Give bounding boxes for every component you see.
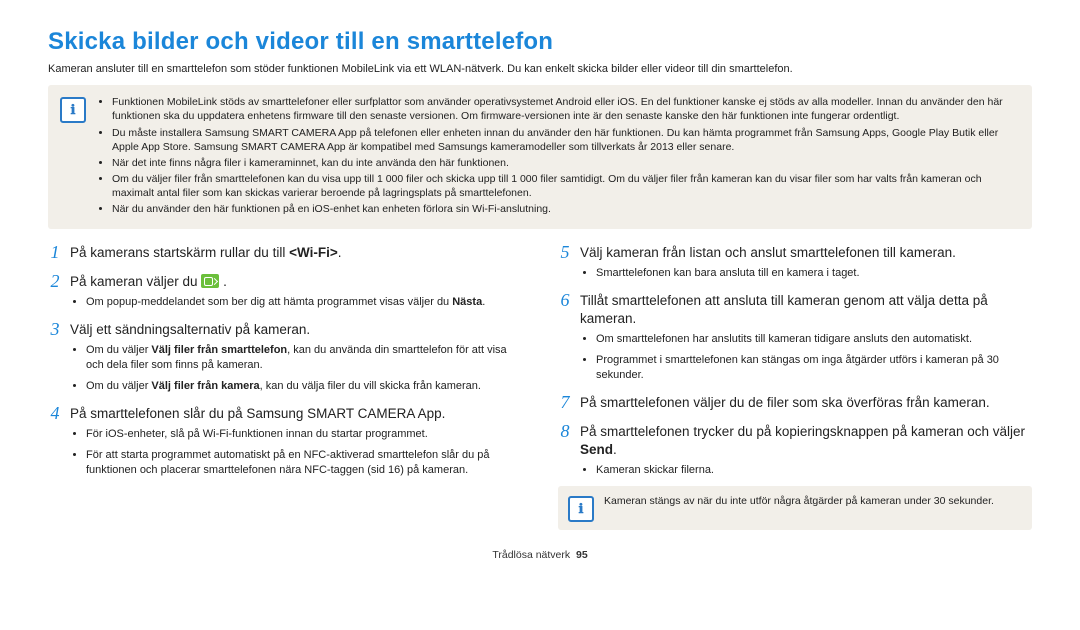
notice-item: När du använder den här funktionen på en…	[112, 202, 1020, 216]
info-icon: ℹ	[568, 496, 594, 522]
step-sub: För att starta programmet automatiskt på…	[86, 448, 522, 478]
step-title: Tillåt smarttelefonen att ansluta till k…	[580, 291, 1032, 328]
step-6: 6 Tillåt smarttelefonen att ansluta till…	[558, 291, 1032, 383]
notice-box: ℹ Funktionen MobileLink stöds av smartte…	[48, 85, 1032, 228]
step-5: 5 Välj kameran från listan och anslut sm…	[558, 243, 1032, 281]
footer: Trådlösa nätverk 95	[48, 548, 1032, 562]
step-number: 8	[558, 422, 572, 440]
intro-text: Kameran ansluter till en smarttelefon so…	[48, 62, 1032, 77]
step-number: 7	[558, 393, 572, 411]
step-sub: Smarttelefonen kan bara ansluta till en …	[596, 266, 1032, 281]
step-title: Välj ett sändningsalternativ på kameran.	[70, 320, 310, 339]
step-3: 3 Välj ett sändningsalternativ på kamera…	[48, 320, 522, 394]
step-title: Välj kameran från listan och anslut smar…	[580, 243, 956, 262]
step-sub: Programmet i smarttelefonen kan stängas …	[596, 353, 1032, 383]
notice-item: Du måste installera Samsung SMART CAMERA…	[112, 126, 1020, 154]
step-title: På kameran väljer du .	[70, 272, 227, 291]
step-4: 4 På smarttelefonen slår du på Samsung S…	[48, 404, 522, 478]
step-number: 4	[48, 404, 62, 422]
step-sub: För iOS-enheter, slå på Wi-Fi-funktionen…	[86, 427, 522, 442]
info-icon: ℹ	[60, 97, 86, 123]
step-2: 2 På kameran väljer du . Om popup-meddel…	[48, 272, 522, 310]
notice-item: När det inte finns några filer i kameram…	[112, 156, 1020, 170]
step-title: På kamerans startskärm rullar du till <W…	[70, 243, 341, 262]
step-sub: Om du väljer Välj filer från smarttelefo…	[86, 343, 522, 373]
step-8: 8 På smarttelefonen trycker du på kopier…	[558, 422, 1032, 530]
step-number: 1	[48, 243, 62, 261]
step-sub: Om popup-meddelandet som ber dig att häm…	[86, 295, 522, 310]
notice-item: Funktionen MobileLink stöds av smarttele…	[112, 95, 1020, 123]
step-7: 7 På smarttelefonen väljer du de filer s…	[558, 393, 1032, 412]
notice-item: Om du väljer filer från smarttelefonen k…	[112, 172, 1020, 200]
step-number: 6	[558, 291, 572, 309]
step-title: På smarttelefonen trycker du på kopierin…	[580, 422, 1032, 459]
mobilelink-icon	[201, 274, 219, 288]
small-note-text: Kameran stängs av när du inte utför någr…	[604, 494, 994, 522]
right-column: 5 Välj kameran från listan och anslut sm…	[558, 243, 1032, 541]
step-number: 2	[48, 272, 62, 290]
step-1: 1 På kamerans startskärm rullar du till …	[48, 243, 522, 262]
step-number: 5	[558, 243, 572, 261]
left-column: 1 På kamerans startskärm rullar du till …	[48, 243, 522, 541]
step-sub: Kameran skickar filerna.	[596, 463, 1032, 478]
page-title: Skicka bilder och videor till en smartte…	[48, 26, 1032, 58]
step-title: På smarttelefonen väljer du de filer som…	[580, 393, 990, 412]
small-note-box: ℹ Kameran stängs av när du inte utför nå…	[558, 486, 1032, 530]
step-sub: Om du väljer Välj filer från kamera, kan…	[86, 379, 522, 394]
step-sub: Om smarttelefonen har anslutits till kam…	[596, 332, 1032, 347]
notice-list: Funktionen MobileLink stöds av smarttele…	[96, 95, 1020, 218]
step-title: På smarttelefonen slår du på Samsung SMA…	[70, 404, 445, 423]
step-number: 3	[48, 320, 62, 338]
